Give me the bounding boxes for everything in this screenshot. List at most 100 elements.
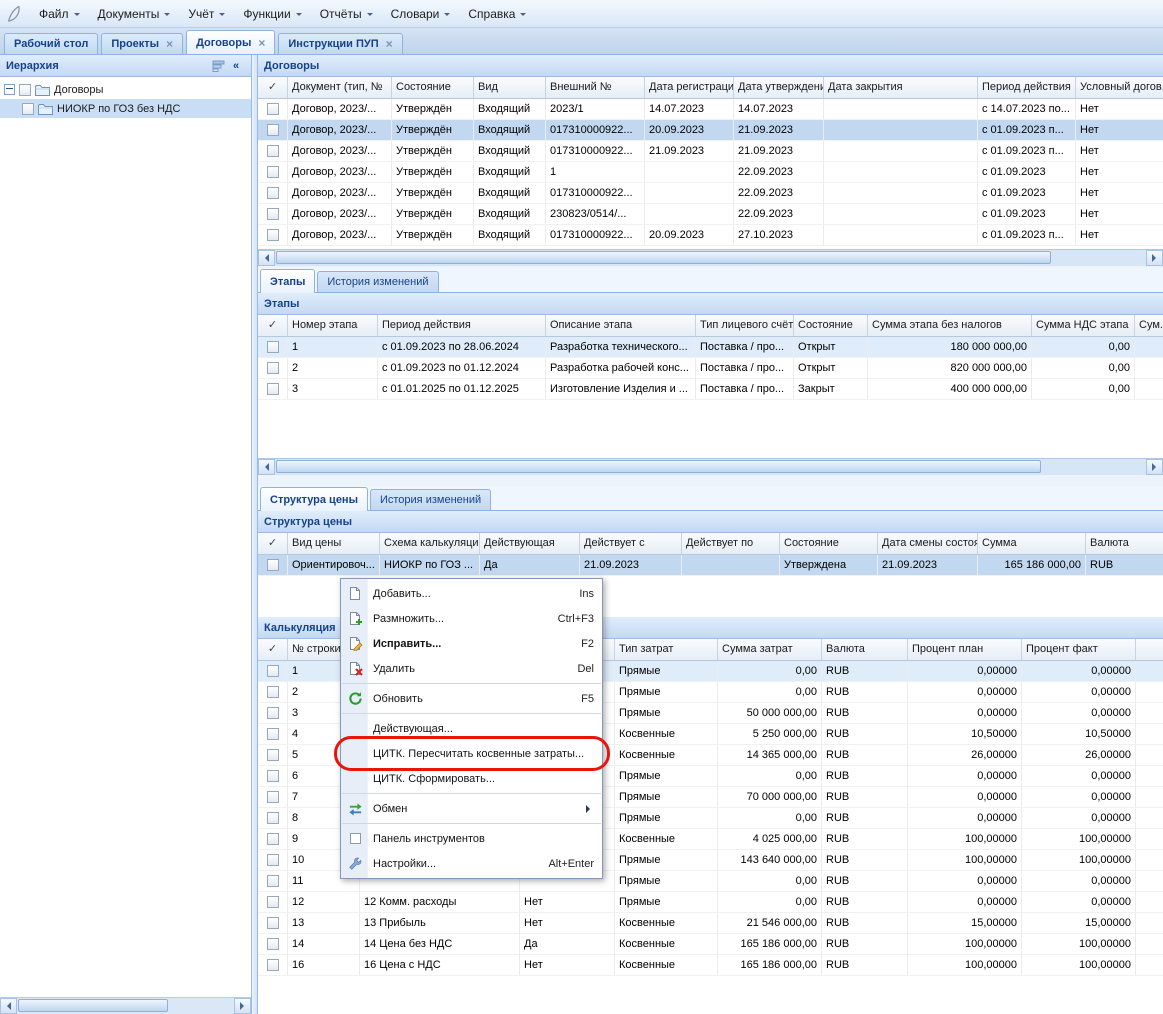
scroll-left-button[interactable]: [0, 998, 17, 1014]
contracts-horizontal-scrollbar[interactable]: [258, 249, 1163, 266]
context-menu-item[interactable]: Исправить...F2: [341, 631, 602, 656]
tree-checkbox[interactable]: [19, 84, 31, 96]
row-checkbox-cell[interactable]: [258, 871, 288, 891]
scroll-thumb[interactable]: [18, 999, 168, 1012]
table-row[interactable]: 1с 01.09.2023 по 28.06.2024Разработка те…: [258, 337, 1163, 358]
column-header[interactable]: Действующая: [480, 533, 580, 554]
column-header[interactable]: Действует с: [580, 533, 682, 554]
row-checkbox-cell[interactable]: [258, 162, 288, 182]
context-menu-item[interactable]: Настройки...Alt+Enter: [341, 851, 602, 876]
checkbox[interactable]: [267, 341, 279, 353]
row-checkbox-cell[interactable]: [258, 379, 288, 399]
column-header[interactable]: Валюта: [822, 639, 908, 660]
checkbox[interactable]: [267, 770, 279, 782]
column-header[interactable]: Условный догов...: [1076, 77, 1163, 98]
column-header[interactable]: ✓: [258, 77, 288, 98]
row-checkbox-cell[interactable]: [258, 141, 288, 161]
column-header[interactable]: Сум...: [1135, 315, 1163, 336]
checkbox[interactable]: [267, 166, 279, 178]
row-checkbox-cell[interactable]: [258, 745, 288, 765]
context-menu-item[interactable]: ОбновитьF5: [341, 686, 602, 711]
hierarchy-scrollbar[interactable]: [0, 997, 251, 1014]
price-structure-tab[interactable]: Структура цены: [260, 487, 368, 511]
row-checkbox-cell[interactable]: [258, 661, 288, 681]
main-tab[interactable]: Инструкции ПУП×: [278, 33, 402, 54]
row-checkbox-cell[interactable]: [258, 955, 288, 975]
table-row[interactable]: 1414 Цена без НДСДаКосвенные165 186 000,…: [258, 934, 1163, 955]
row-checkbox-cell[interactable]: [258, 337, 288, 357]
context-menu-item[interactable]: Обмен: [341, 796, 602, 821]
row-checkbox-cell[interactable]: [258, 934, 288, 954]
tab-close-icon[interactable]: ×: [258, 37, 265, 49]
column-header[interactable]: Описание этапа: [546, 315, 696, 336]
row-checkbox-cell[interactable]: [258, 724, 288, 744]
context-menu-item[interactable]: УдалитьDel: [341, 656, 602, 681]
row-checkbox-cell[interactable]: [258, 703, 288, 723]
main-tab[interactable]: Рабочий стол: [4, 33, 98, 54]
row-checkbox-cell[interactable]: [258, 555, 288, 575]
column-header[interactable]: [1136, 639, 1163, 660]
column-header[interactable]: ✓: [258, 533, 288, 554]
column-header[interactable]: ✓: [258, 315, 288, 336]
scroll-left-button[interactable]: [258, 459, 275, 475]
context-menu-item[interactable]: Действующая...: [341, 716, 602, 741]
column-header[interactable]: Сумма: [978, 533, 1086, 554]
checkbox[interactable]: [267, 959, 279, 971]
row-checkbox-cell[interactable]: [258, 120, 288, 140]
scroll-right-button[interactable]: [1146, 459, 1163, 475]
view-mode-button[interactable]: [209, 58, 227, 74]
row-checkbox-cell[interactable]: [258, 225, 288, 245]
table-row[interactable]: Договор, 2023/...УтверждёнВходящий017310…: [258, 120, 1163, 141]
stages-horizontal-scrollbar[interactable]: [258, 458, 1163, 475]
row-checkbox-cell[interactable]: [258, 766, 288, 786]
column-header[interactable]: Сумма НДС этапа: [1032, 315, 1135, 336]
table-row[interactable]: Договор, 2023/...УтверждёнВходящий017310…: [258, 183, 1163, 204]
context-menu-item[interactable]: Добавить...Ins: [341, 581, 602, 606]
table-row[interactable]: Договор, 2023/...УтверждёнВходящий2023/1…: [258, 99, 1163, 120]
main-tab[interactable]: Договоры×: [186, 30, 275, 54]
column-header[interactable]: Состояние: [392, 77, 474, 98]
row-checkbox-cell[interactable]: [258, 850, 288, 870]
column-header[interactable]: Внешний №: [546, 77, 645, 98]
checkbox[interactable]: [267, 749, 279, 761]
column-header[interactable]: Процент план: [908, 639, 1022, 660]
price-structure-tab[interactable]: История изменений: [370, 489, 491, 510]
column-header[interactable]: Документ (тип, №: [288, 77, 392, 98]
tree-checkbox[interactable]: [22, 103, 34, 115]
checkbox[interactable]: [267, 833, 279, 845]
tree-node[interactable]: НИОКР по ГОЗ без НДС: [0, 99, 251, 118]
column-header[interactable]: Валюта: [1086, 533, 1163, 554]
menubar-item[interactable]: Документы: [89, 4, 180, 24]
checkbox[interactable]: [267, 145, 279, 157]
stages-tab[interactable]: История изменений: [317, 271, 438, 292]
scroll-right-button[interactable]: [234, 998, 251, 1014]
checkbox[interactable]: [267, 707, 279, 719]
column-header[interactable]: Схема калькуляци: [380, 533, 480, 554]
column-header[interactable]: Действует по: [682, 533, 780, 554]
checkbox[interactable]: [267, 896, 279, 908]
column-header[interactable]: Процент факт: [1022, 639, 1136, 660]
menubar-item[interactable]: Файл: [30, 4, 89, 24]
column-header[interactable]: Период действия: [978, 77, 1076, 98]
row-checkbox-cell[interactable]: [258, 913, 288, 933]
scroll-left-button[interactable]: [258, 250, 275, 266]
table-row[interactable]: 1616 Цена с НДСНетКосвенные165 186 000,0…: [258, 955, 1163, 976]
checkbox[interactable]: [267, 917, 279, 929]
row-checkbox-cell[interactable]: [258, 892, 288, 912]
stages-tab[interactable]: Этапы: [260, 269, 315, 293]
checkbox[interactable]: [267, 686, 279, 698]
checkbox[interactable]: [267, 728, 279, 740]
row-checkbox-cell[interactable]: [258, 204, 288, 224]
checkbox[interactable]: [267, 791, 279, 803]
checkbox[interactable]: [267, 208, 279, 220]
table-row[interactable]: 1212 Комм. расходыНетПрямые0,00RUB0,0000…: [258, 892, 1163, 913]
column-header[interactable]: Дата утверждения: [734, 77, 824, 98]
column-header[interactable]: Сумма этапа без налогов: [868, 315, 1032, 336]
scroll-thumb[interactable]: [276, 460, 1041, 473]
checkbox[interactable]: [267, 559, 279, 571]
menubar-item[interactable]: Учёт: [179, 4, 234, 24]
checkbox[interactable]: [267, 812, 279, 824]
tree-node[interactable]: Договоры: [0, 80, 251, 99]
column-header[interactable]: Тип лицевого счёт: [696, 315, 794, 336]
checkbox[interactable]: [267, 229, 279, 241]
